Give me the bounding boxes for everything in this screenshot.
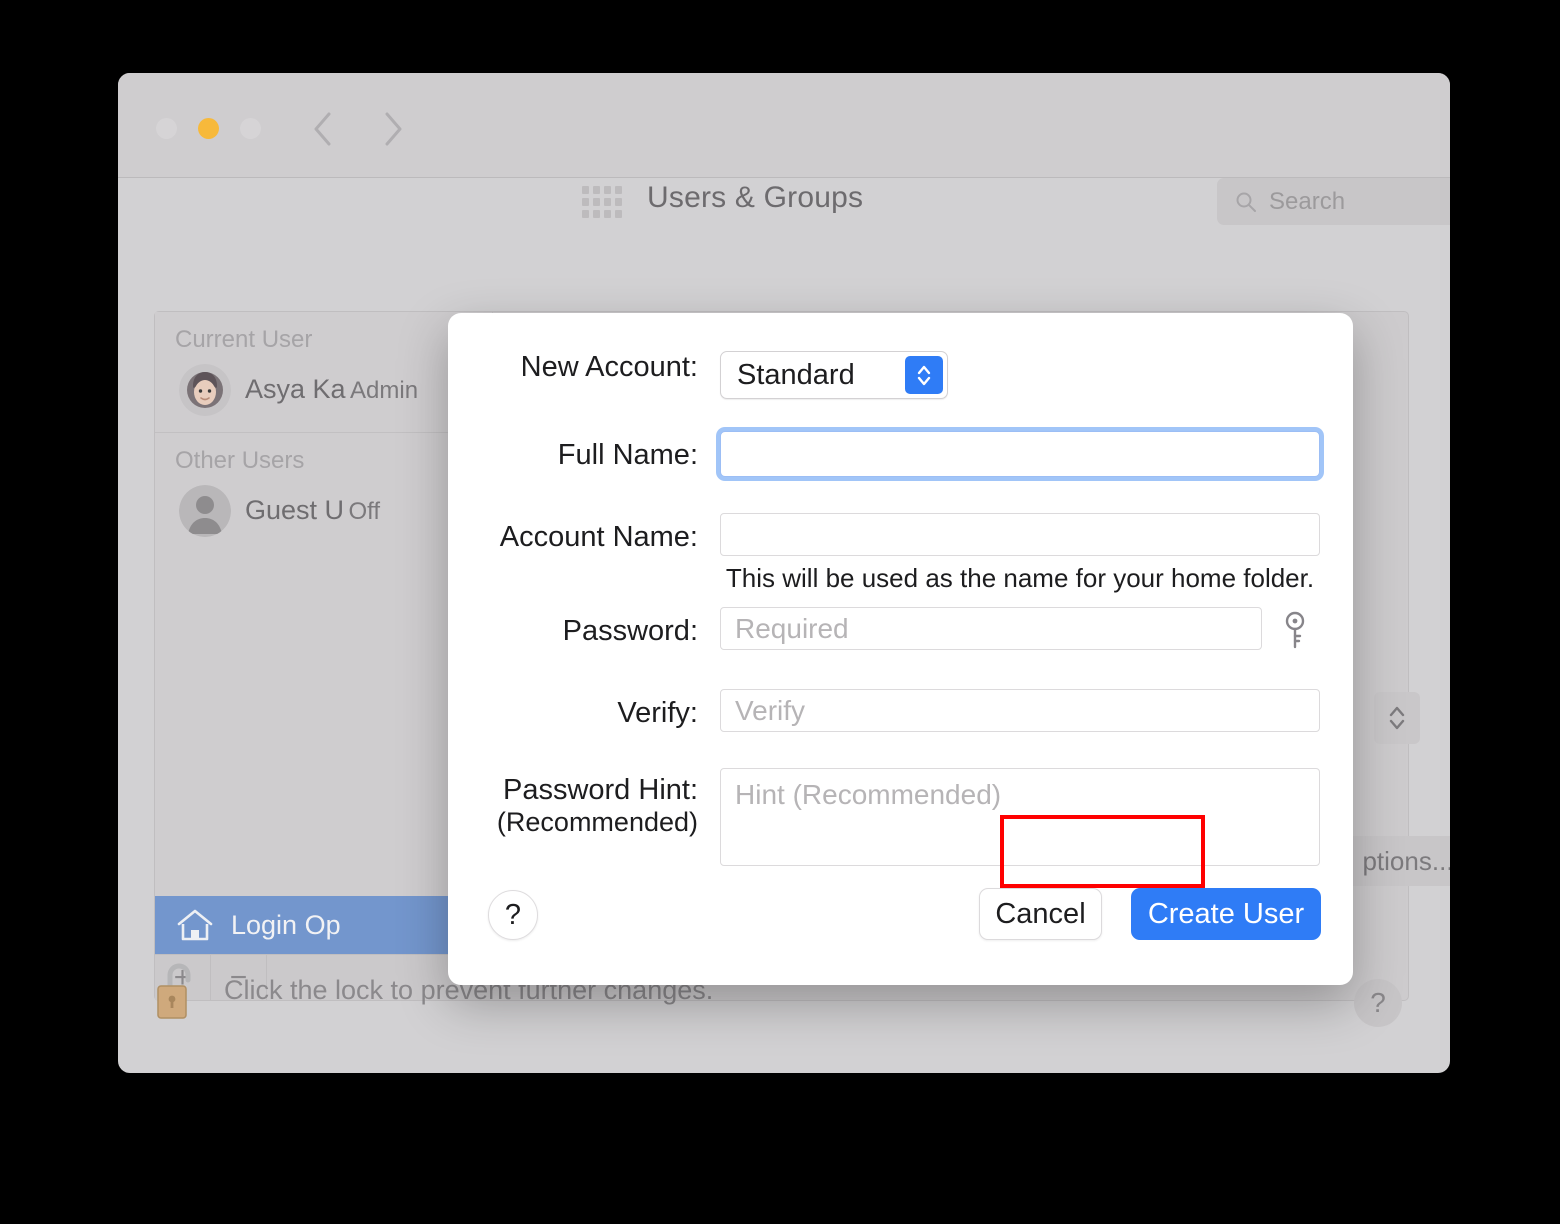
sidebar-item-label: Login Op (231, 909, 341, 940)
group-header-current-user: Current User (175, 326, 313, 353)
user-info: Guest U Off (245, 494, 381, 527)
account-name-note: This will be used as the name for your h… (725, 563, 1315, 593)
minimize-button[interactable] (198, 118, 219, 139)
user-role: Admin (350, 376, 419, 404)
list-item-guest-user[interactable]: Guest U Off (155, 479, 492, 547)
password-hint-placeholder: Hint (Recommended) (735, 779, 1002, 810)
group-header-other-users: Other Users (175, 447, 305, 474)
traffic-lights (156, 118, 261, 139)
avatar (179, 364, 231, 416)
password-field[interactable]: Required (720, 607, 1262, 650)
field-row-password: Password: Required (448, 607, 1328, 650)
sidebar-item-login-options[interactable]: Login Op (155, 896, 492, 954)
back-chevron-icon[interactable] (310, 109, 336, 149)
password-placeholder: Required (735, 612, 849, 644)
new-account-select[interactable]: Standard (720, 351, 948, 399)
avatar (179, 485, 231, 537)
create-user-button[interactable]: Create User (1131, 888, 1321, 940)
account-name-field[interactable] (720, 513, 1320, 556)
zoom-button[interactable] (240, 118, 261, 139)
password-hint-label-sub: (Recommended) (496, 807, 698, 837)
verify-label: Verify: (617, 697, 698, 729)
screenshot-root: Users & Groups Search Current User Asya … (0, 0, 1560, 1224)
field-row-account-name: Account Name: (448, 513, 1328, 556)
chevron-up-down-icon (905, 356, 943, 394)
field-row-new-account: New Account: Standard (448, 351, 1243, 399)
cancel-button[interactable]: Cancel (979, 888, 1102, 940)
full-name-label: Full Name: (557, 439, 698, 471)
window-help-button[interactable]: ? (1354, 979, 1402, 1027)
navigation-arrows (310, 109, 406, 149)
password-hint-label-main: Password Hint: (502, 774, 698, 806)
user-info: Asya Ka Admin (245, 373, 419, 406)
field-row-password-hint: Password Hint: (Recommended) Hint (Recom… (448, 768, 1328, 866)
new-account-label: New Account: (520, 351, 698, 383)
window-titlebar: Users & Groups Search (118, 73, 1450, 225)
close-button[interactable] (156, 118, 177, 139)
verify-placeholder: Verify (735, 694, 806, 726)
field-row-full-name: Full Name: (448, 431, 1328, 477)
user-name: Asya Ka (245, 373, 346, 404)
full-name-field[interactable] (720, 431, 1320, 477)
stepper-control[interactable] (1374, 692, 1420, 744)
forward-chevron-icon[interactable] (380, 109, 406, 149)
system-preferences-window: Users & Groups Search Current User Asya … (118, 73, 1450, 1073)
verify-field[interactable]: Verify (720, 689, 1320, 732)
user-name: Guest U (245, 494, 345, 525)
users-sidebar: Current User Asya Ka Admin Other Users G… (155, 312, 493, 1000)
password-hint-field[interactable]: Hint (Recommended) (720, 768, 1320, 866)
field-row-verify: Verify: Verify (448, 689, 1328, 732)
user-role: Off (348, 497, 381, 525)
list-item-current-user[interactable]: Asya Ka Admin (155, 358, 492, 426)
new-account-dialog: New Account: Standard Full Name: Account… (448, 313, 1353, 985)
unlocked-padlock-icon[interactable] (154, 959, 202, 1021)
account-name-label: Account Name: (499, 521, 698, 553)
password-hint-label: Password Hint: (Recommended) (448, 768, 698, 838)
new-account-value: Standard (737, 358, 855, 391)
key-icon[interactable] (1280, 610, 1310, 652)
dialog-help-button[interactable]: ? (488, 890, 538, 940)
password-label: Password: (562, 615, 698, 647)
house-icon (175, 907, 215, 943)
